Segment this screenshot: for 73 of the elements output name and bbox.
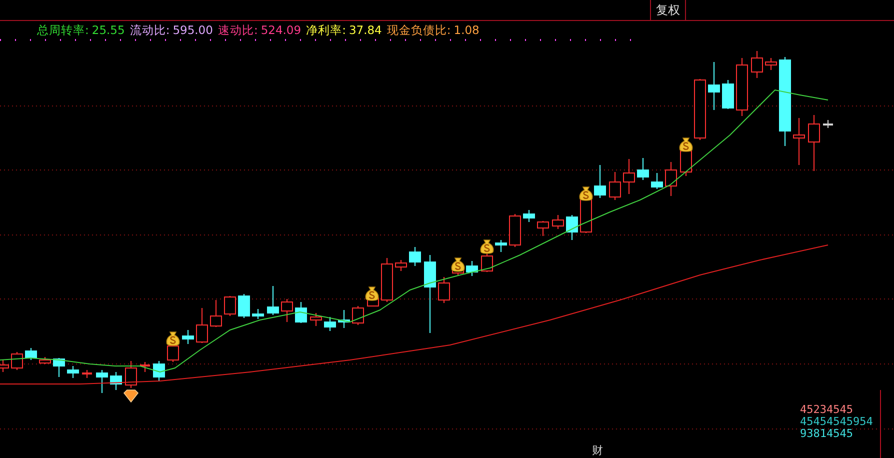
indicator-value: 524.09	[260, 22, 302, 38]
money-bag-icon	[365, 286, 379, 301]
money-bag-icon	[480, 240, 494, 254]
indicator-value: 1.08	[454, 22, 480, 38]
candlestick	[793, 118, 805, 166]
candlestick	[182, 330, 194, 344]
candlestick	[338, 310, 350, 328]
indicator-label: 现金负债比:	[386, 22, 451, 38]
candlestick	[352, 306, 364, 326]
legend-value: 45454545954	[800, 416, 873, 428]
indicator-label: 速动比:	[218, 22, 258, 38]
candlestick	[495, 240, 507, 252]
candlestick	[523, 210, 535, 222]
candlestick	[153, 360, 165, 382]
candlestick	[82, 370, 92, 378]
candlestick	[537, 220, 549, 236]
candlestick	[381, 258, 393, 302]
candlestick	[11, 352, 23, 370]
money-bag-icon	[166, 332, 180, 346]
legend-value: 93814545	[800, 428, 854, 440]
candlestick	[438, 276, 450, 304]
candlestick	[623, 158, 635, 194]
candlestick	[295, 302, 307, 324]
indicator-label: 净利率:	[306, 22, 346, 38]
candlestick	[552, 214, 564, 230]
candlestick	[310, 312, 322, 326]
candlestick	[67, 366, 79, 378]
indicator-label: 总周转率:	[37, 22, 89, 38]
candlestick	[409, 246, 421, 266]
candlestick	[751, 50, 763, 78]
candlestick	[609, 172, 621, 200]
legend-value: 45234545	[800, 404, 854, 416]
candlestick	[808, 114, 820, 172]
candlestick	[196, 308, 208, 344]
candlestick	[466, 260, 478, 276]
candlestick	[566, 214, 578, 240]
candlestick	[694, 78, 706, 140]
candlestick	[736, 58, 748, 116]
candlestick	[594, 164, 606, 198]
chart-marker-label: 财	[592, 445, 603, 457]
indicator-label: 流动比:	[130, 22, 170, 38]
candlestick	[238, 294, 250, 318]
candlestick	[637, 158, 649, 180]
indicator-value: 595.00	[172, 22, 213, 38]
candlestick	[210, 300, 222, 328]
candlestick	[395, 260, 407, 272]
candlestick	[252, 308, 264, 320]
candlestick	[665, 162, 677, 196]
candlestick	[267, 286, 279, 316]
candlestick	[823, 120, 833, 128]
candlestick	[96, 370, 108, 394]
diamond-icon	[123, 390, 139, 403]
candlestick	[722, 80, 734, 110]
candlestick	[281, 298, 293, 322]
candlestick	[53, 358, 65, 378]
candlestick	[0, 360, 9, 372]
candlestick	[224, 296, 236, 316]
money-bag-icon	[451, 258, 465, 272]
candlestick	[125, 360, 137, 388]
candlestick	[509, 214, 521, 248]
candlestick	[39, 356, 51, 364]
toolbar-tab[interactable]: 复权	[650, 0, 686, 20]
indicator-value: 25.55	[92, 22, 125, 38]
candlestick	[708, 62, 720, 110]
candlestick	[324, 316, 336, 332]
money-bag-icon	[679, 138, 693, 152]
candlestick	[765, 58, 777, 70]
candlestick	[651, 172, 663, 190]
money-bag-icon	[579, 186, 593, 201]
candlestick	[110, 372, 122, 390]
candlestick	[140, 362, 150, 372]
candlestick	[25, 348, 37, 360]
indicator-value: 37.84	[348, 22, 382, 38]
